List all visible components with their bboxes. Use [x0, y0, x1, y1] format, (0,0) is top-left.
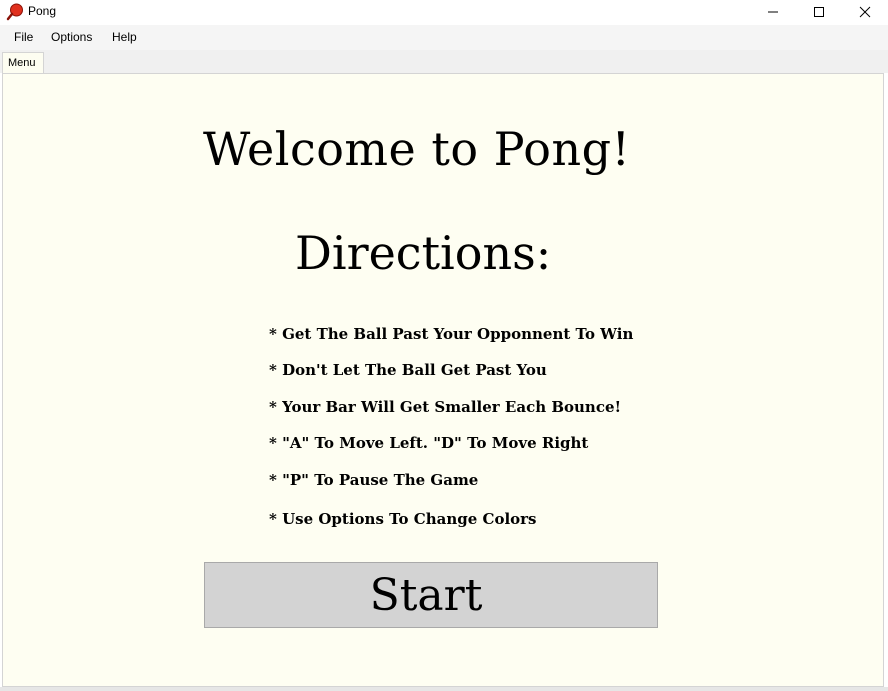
close-button[interactable]	[842, 0, 888, 25]
direction-item: * Don't Let The Ball Get Past You	[269, 361, 547, 379]
minimize-button[interactable]	[750, 0, 796, 25]
tab-strip: Menu	[0, 50, 888, 74]
directions-heading: Directions:	[295, 226, 552, 280]
menu-panel: Welcome to Pong! Directions: * Get The B…	[2, 73, 884, 687]
minimize-icon	[767, 3, 779, 22]
background-window-edge	[0, 687, 888, 691]
menu-options[interactable]: Options	[51, 30, 92, 44]
direction-item: * "P" To Pause The Game	[269, 471, 479, 489]
menu-file[interactable]: File	[14, 30, 33, 44]
maximize-icon	[813, 3, 825, 22]
title-bar: Pong	[0, 0, 888, 25]
window-title: Pong	[28, 4, 57, 18]
close-icon	[859, 3, 871, 22]
start-button[interactable]: Start	[204, 562, 658, 628]
welcome-heading: Welcome to Pong!	[203, 122, 631, 176]
direction-item: * Your Bar Will Get Smaller Each Bounce!	[269, 398, 622, 416]
menu-help[interactable]: Help	[112, 30, 137, 44]
direction-item: * Use Options To Change Colors	[269, 510, 537, 528]
direction-item: * Get The Ball Past Your Opponnent To Wi…	[269, 325, 634, 343]
maximize-button[interactable]	[796, 0, 842, 25]
direction-item: * "A" To Move Left. "D" To Move Right	[269, 434, 589, 452]
paddle-icon	[6, 3, 24, 21]
tab-menu[interactable]: Menu	[2, 52, 44, 74]
menu-bar: File Options Help	[0, 25, 888, 50]
start-button-label: Start	[369, 569, 483, 621]
